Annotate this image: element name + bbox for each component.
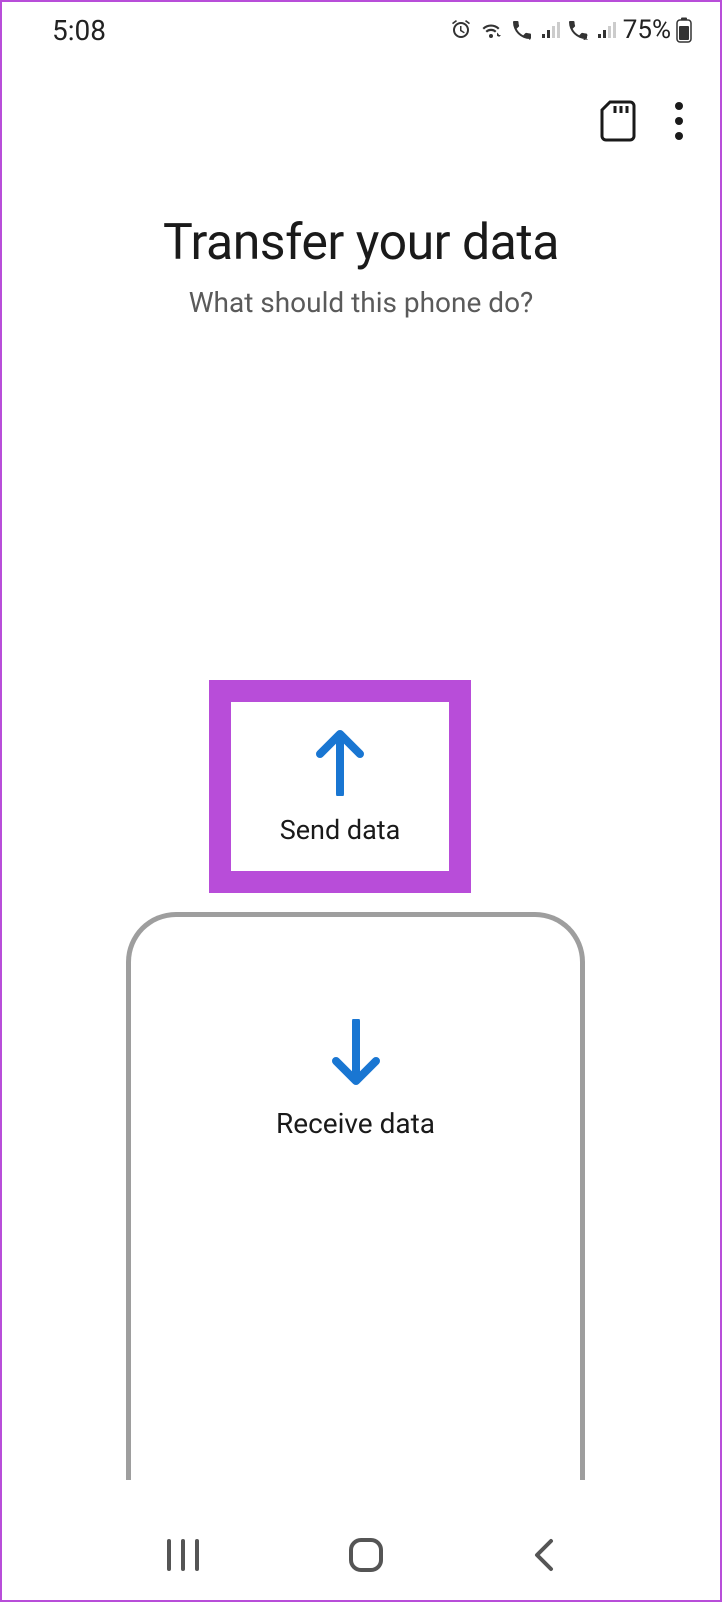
arrow-down-icon (328, 1019, 384, 1087)
send-data-button[interactable]: Send data (209, 680, 471, 893)
app-bar (2, 58, 720, 142)
recents-icon (163, 1535, 203, 1575)
recents-button[interactable] (163, 1535, 203, 1575)
back-icon (529, 1535, 559, 1575)
arrow-up-icon (312, 728, 368, 796)
svg-text:2: 2 (583, 33, 588, 42)
sd-card-icon (600, 100, 636, 142)
header-section: Transfer your data What should this phon… (2, 214, 720, 319)
signal2-icon (596, 18, 616, 42)
svg-text:1: 1 (527, 33, 532, 42)
send-data-label: Send data (280, 814, 401, 846)
status-time: 5:08 (52, 14, 106, 47)
status-bar: 5:08 1 2 75% (2, 2, 720, 58)
home-button[interactable] (346, 1535, 386, 1575)
more-vert-icon (674, 101, 684, 141)
home-icon (346, 1535, 386, 1575)
wifi-icon (478, 18, 504, 42)
receive-data-label: Receive data (276, 1107, 435, 1140)
call-sim2-icon: 2 (565, 18, 591, 42)
navigation-bar (2, 1510, 720, 1600)
receive-data-button[interactable]: Receive data (126, 912, 585, 1480)
signal1-icon (540, 18, 560, 42)
status-icons-group: 1 2 75% (449, 15, 692, 45)
page-title: Transfer your data (2, 214, 720, 272)
more-menu-button[interactable] (674, 101, 684, 141)
sd-card-button[interactable] (600, 100, 636, 142)
battery-icon (676, 17, 692, 43)
alarm-icon (449, 18, 473, 42)
battery-percent: 75% (623, 15, 671, 45)
page-subtitle: What should this phone do? (2, 286, 720, 319)
call-sim1-icon: 1 (509, 18, 535, 42)
back-button[interactable] (529, 1535, 559, 1575)
